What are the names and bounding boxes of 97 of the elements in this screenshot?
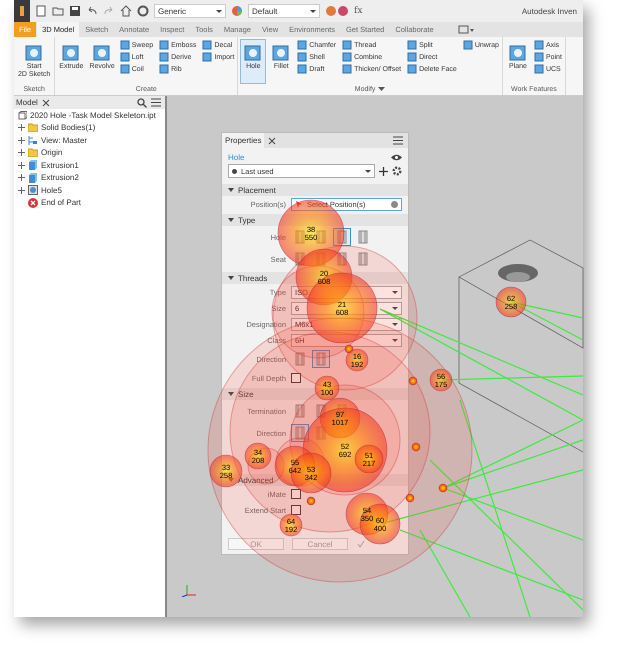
expand-icon[interactable] xyxy=(18,124,25,132)
arrow-icon xyxy=(295,200,303,208)
settings-icon[interactable] xyxy=(392,166,402,176)
plus-icon[interactable] xyxy=(378,166,389,176)
tool-icon xyxy=(297,52,308,62)
expand-icon[interactable] xyxy=(18,174,25,182)
tool-icon xyxy=(202,40,212,50)
fixation-dot xyxy=(438,484,448,492)
fixation-circle xyxy=(430,368,452,392)
collapse-icon[interactable] xyxy=(228,477,234,483)
menu-icon[interactable] xyxy=(151,98,161,107)
tool-icon xyxy=(534,52,544,62)
tree-item[interactable]: Hole5 xyxy=(41,186,62,195)
settings-icon[interactable] xyxy=(137,5,149,17)
appearance-icon[interactable] xyxy=(325,5,349,17)
part-icon xyxy=(18,110,27,120)
menu-icon[interactable] xyxy=(393,136,403,145)
tree-item[interactable]: 2020 Hole -Task Model Skeleton.ipt xyxy=(30,110,156,120)
checkbox[interactable] xyxy=(291,489,301,499)
tool-icon xyxy=(120,40,130,50)
new-file-icon[interactable] xyxy=(35,5,47,17)
fixation-dot xyxy=(406,494,414,502)
section-title: Size xyxy=(238,390,254,398)
folder-icon xyxy=(28,123,38,132)
expand-icon[interactable] xyxy=(18,136,25,144)
eye-icon[interactable] xyxy=(391,154,402,161)
collapse-icon[interactable] xyxy=(228,275,234,281)
hole-icon xyxy=(28,185,38,196)
tool-icon xyxy=(202,52,212,62)
expand-icon[interactable] xyxy=(18,186,25,194)
panel-options-icon[interactable] xyxy=(458,24,474,34)
tool-icon xyxy=(342,64,352,74)
fixation-dot xyxy=(408,376,418,386)
checkbox[interactable] xyxy=(291,373,301,383)
section-title: Threads xyxy=(238,274,268,282)
app-title: Autodesk Inven xyxy=(522,6,577,16)
collapse-icon[interactable] xyxy=(228,187,234,193)
tool-icon xyxy=(120,52,130,62)
fixation-dot xyxy=(344,344,354,354)
fixation-circle xyxy=(360,504,400,544)
color-wheel-icon[interactable] xyxy=(231,5,243,17)
fixation-circle xyxy=(346,348,368,372)
home-icon[interactable] xyxy=(120,5,132,17)
fixation-circle xyxy=(280,514,302,536)
tool-icon xyxy=(159,52,170,62)
view-icon xyxy=(28,136,38,145)
tool-icon xyxy=(534,40,544,50)
cube-icon xyxy=(28,160,38,170)
tree-item[interactable]: Extrusion2 xyxy=(41,173,79,182)
search-icon[interactable] xyxy=(137,98,147,108)
cube-icon xyxy=(28,172,38,183)
undo-icon[interactable] xyxy=(86,5,98,17)
material-dropdown[interactable]: Generic xyxy=(154,4,226,18)
tool-icon xyxy=(342,52,352,62)
tool-icon xyxy=(342,40,352,50)
tool-icon xyxy=(407,40,418,50)
section-title: Placement xyxy=(238,186,276,194)
clear-icon[interactable] xyxy=(391,200,398,208)
close-icon[interactable] xyxy=(268,136,276,144)
fixation-circle xyxy=(496,286,526,318)
section-title: Type xyxy=(238,216,256,224)
folder-icon[interactable] xyxy=(52,5,64,17)
app-logo-icon[interactable] xyxy=(14,0,30,22)
fixation-dot xyxy=(306,496,316,506)
panel-tab[interactable]: Properties xyxy=(222,133,264,148)
tree-item[interactable]: Solid Bodies(1) xyxy=(41,123,96,132)
browser-tab[interactable]: Model xyxy=(16,98,38,107)
tool-icon xyxy=(534,64,544,74)
tool-icon xyxy=(407,64,418,74)
folder-icon xyxy=(28,148,38,158)
expand-icon[interactable] xyxy=(18,162,25,169)
appearance-dropdown[interactable]: Default xyxy=(248,4,320,18)
tool-icon xyxy=(297,40,308,50)
fixation-circle xyxy=(244,442,272,470)
close-icon[interactable] xyxy=(42,98,50,106)
tool-icon xyxy=(120,64,130,74)
collapse-icon[interactable] xyxy=(228,391,234,397)
expand-icon[interactable] xyxy=(18,149,25,156)
tool-icon xyxy=(159,40,170,50)
tree-item[interactable]: Origin xyxy=(41,148,62,158)
tool-icon xyxy=(407,52,418,62)
tree-item[interactable]: View: Master xyxy=(41,136,88,145)
error-icon xyxy=(28,198,38,208)
panel-title: Hole xyxy=(228,153,244,162)
tree-item[interactable]: End of Part xyxy=(41,198,82,208)
checkbox[interactable] xyxy=(291,505,301,515)
tree-item[interactable]: Extrusion1 xyxy=(41,160,79,170)
tool-icon xyxy=(462,40,473,50)
caret-icon[interactable] xyxy=(378,87,386,92)
section-title: Advanced xyxy=(238,476,274,484)
save-icon[interactable] xyxy=(69,5,81,17)
tool-icon xyxy=(297,64,308,74)
function-button[interactable]: fx xyxy=(354,6,362,16)
axis-triad-icon xyxy=(181,583,197,597)
collapse-icon[interactable] xyxy=(228,217,234,223)
tool-icon xyxy=(159,64,170,74)
fixation-dot xyxy=(412,442,420,452)
